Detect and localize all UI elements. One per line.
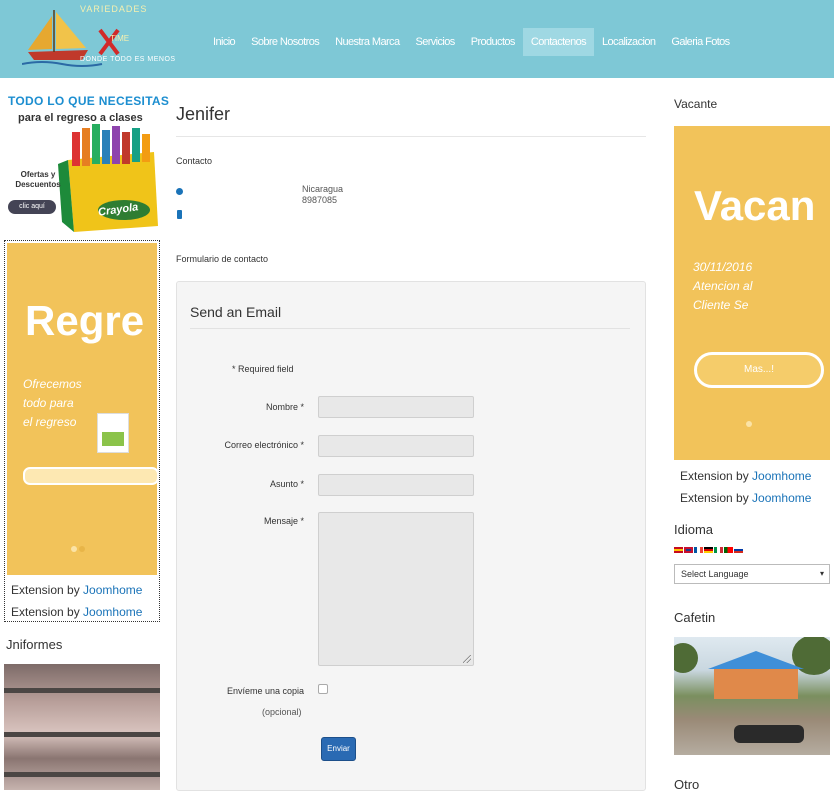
vacante-line: 30/11/2016 (693, 260, 753, 274)
contact-country: Nicaragua (302, 184, 344, 194)
chevron-down-icon: ▾ (819, 569, 824, 578)
shelf (4, 732, 160, 737)
promo-click-button[interactable]: clic aquí (8, 200, 56, 214)
nav-item-servicios[interactable]: Servicios (407, 28, 462, 56)
globe-icon (176, 188, 183, 195)
shelf (4, 772, 160, 777)
logo-line-1: VARIEDADES (80, 4, 148, 14)
divider (190, 328, 630, 329)
extension-credit: Extension by Joomhome (11, 605, 142, 619)
resize-grip-icon[interactable] (463, 655, 471, 663)
nav-item-localizacion[interactable]: Localizacion (594, 28, 663, 56)
send-button[interactable]: Enviar (321, 737, 356, 761)
nombre-label: Nombre * (265, 402, 304, 412)
promo-title: TODO LO QUE NECESITAS (8, 94, 170, 108)
germany-flag-icon[interactable] (704, 547, 713, 553)
asunto-input[interactable] (318, 474, 474, 496)
email-form-title: Send an Email (190, 304, 282, 320)
contact-phone: 8987085 (302, 195, 338, 205)
language-flags (674, 547, 743, 553)
vacante-slide-text: 30/11/2016 Atencion al Cliente Se (693, 258, 752, 315)
extension-prefix: Extension by (11, 583, 84, 597)
left-slide-heading: Regre (25, 297, 145, 344)
logo-tagline: DONDE TODO ES MENOS (80, 56, 176, 63)
vacante-slide-heading: Vacan (694, 182, 816, 229)
copy-optional-note: (opcional) (262, 707, 302, 717)
extension-prefix: Extension by (680, 469, 753, 483)
extension-prefix: Extension by (680, 491, 753, 505)
left-slide-line: el regreso (23, 415, 77, 429)
uk-flag-icon[interactable] (684, 547, 693, 553)
kiosk-roof (708, 651, 804, 669)
tree (674, 643, 698, 673)
italy-flag-icon[interactable] (714, 547, 723, 553)
contact-name-title: Jenifer (176, 104, 231, 124)
france-flag-icon[interactable] (694, 547, 703, 553)
language-select-value: Select Language (681, 569, 749, 579)
asunto-label: Asunto * (269, 479, 304, 489)
left-slide-text: Ofrecemos todo para el regreso (23, 375, 82, 432)
idioma-title: Idioma (674, 522, 714, 537)
nav-item-galeria-fotos[interactable]: Galeria Fotos (663, 28, 737, 56)
vacante-more-button[interactable]: Mas...! (694, 352, 824, 388)
slide-dot-active[interactable] (79, 546, 85, 552)
nav-item-contactenos[interactable]: Contactenos (522, 28, 595, 56)
slide-dot[interactable] (746, 421, 752, 427)
promo-offer-text: Ofertas y Descuentos (15, 170, 61, 189)
nav-item-productos[interactable]: Productos (463, 28, 523, 56)
mensaje-label: Mensaje * (263, 516, 304, 526)
joomhome-link[interactable]: Joomhome (752, 469, 811, 483)
divider (176, 136, 646, 137)
cafetin-image[interactable] (674, 637, 830, 755)
left-slide-button-bar[interactable] (23, 467, 159, 485)
joomhome-link[interactable]: Joomhome (752, 491, 811, 505)
vacante-line: Atencion al (693, 279, 753, 293)
left-slide-dots (71, 539, 87, 557)
joomhome-link[interactable]: Joomhome (83, 605, 142, 619)
portugal-flag-icon[interactable] (724, 547, 733, 553)
cafetin-title: Cafetin (674, 610, 716, 625)
slide-dot[interactable] (71, 546, 77, 552)
extension-credit: Extension by Joomhome (680, 469, 811, 483)
book-thumbnail-icon (97, 413, 129, 453)
correo-label: Correo electrónico * (224, 440, 304, 450)
left-slide-line: Ofrecemos (23, 377, 82, 391)
motorcycle (734, 725, 804, 743)
vacante-line: Cliente Se (693, 298, 749, 312)
russia-flag-icon[interactable] (734, 547, 743, 553)
phone-icon (177, 210, 182, 219)
vacante-title: Vacante (674, 97, 718, 111)
contact-form-heading: Formulario de contacto (176, 254, 269, 264)
language-select[interactable]: Select Language ▾ (674, 564, 830, 584)
mensaje-textarea[interactable] (318, 512, 474, 666)
otro-title: Otro (674, 777, 700, 792)
left-slider: Regre Ofrecemos todo para el regreso Ext… (4, 240, 160, 622)
spain-flag-icon[interactable] (674, 547, 683, 553)
extension-credit: Extension by Joomhome (680, 491, 811, 505)
nombre-input[interactable] (318, 396, 474, 418)
nav-item-inicio[interactable]: Inicio (205, 28, 243, 56)
required-field-note: * Required field (232, 364, 294, 374)
contact-heading: Contacto (176, 156, 213, 166)
uniformes-title: Jniformes (6, 637, 63, 652)
nav-item-sobre-nosotros[interactable]: Sobre Nosotros (243, 28, 327, 56)
kiosk-body (714, 669, 798, 699)
left-slide-line: todo para (23, 396, 74, 410)
main-nav: Inicio Sobre Nosotros Nuestra Marca Serv… (205, 28, 738, 56)
logo-line-2: TIME (110, 34, 130, 43)
extension-prefix: Extension by (11, 605, 84, 619)
copy-label: Envíeme una copia (226, 686, 304, 696)
contact-info: Nicaragua 8987085 (302, 184, 343, 206)
promo-subtitle: para el regreso a clases (18, 112, 143, 124)
send-copy-checkbox[interactable] (318, 684, 328, 694)
email-input[interactable] (318, 435, 474, 457)
uniformes-image[interactable] (4, 664, 160, 790)
site-header: VARIEDADES TIME DONDE TODO ES MENOS Inic… (0, 0, 834, 78)
shelf (4, 688, 160, 693)
extension-credit: Extension by Joomhome (11, 583, 142, 597)
joomhome-link[interactable]: Joomhome (83, 583, 142, 597)
nav-item-nuestra-marca[interactable]: Nuestra Marca (327, 28, 407, 56)
